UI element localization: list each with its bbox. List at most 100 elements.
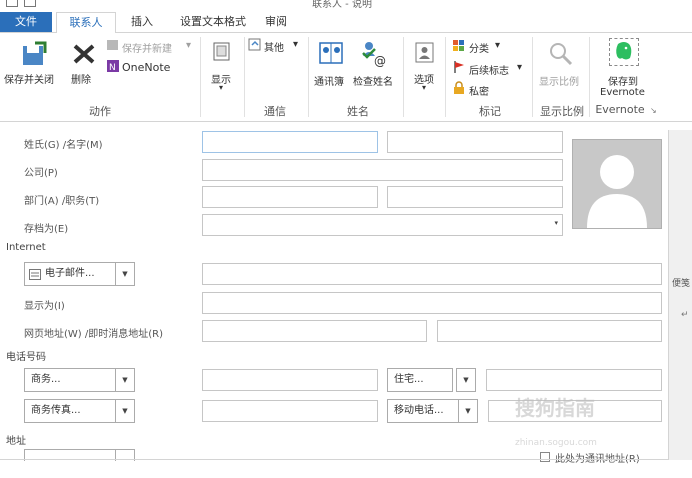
mailing-address-checkbox[interactable] — [540, 452, 550, 462]
divider — [589, 37, 590, 117]
person-silhouette-icon — [587, 155, 647, 228]
svg-text:@: @ — [374, 54, 386, 67]
divider — [244, 37, 245, 117]
check-names-icon: @ — [362, 42, 386, 67]
company-label: 公司(P) — [24, 168, 58, 179]
tab-insert[interactable]: 插入 — [122, 12, 162, 32]
other-icon — [248, 38, 261, 51]
home-phone-button[interactable]: 住宅... — [387, 368, 453, 392]
zoom-button[interactable]: 显示比例 — [539, 73, 579, 88]
communicate-group-label: 通信 — [264, 105, 286, 118]
business-phone-input[interactable] — [202, 369, 378, 391]
tab-contact[interactable]: 联系人 — [56, 12, 116, 34]
tab-file[interactable]: 文件 — [0, 12, 52, 32]
tab-format-text[interactable]: 设置文本格式 — [172, 12, 254, 32]
mobile-phone-dropdown[interactable]: ▼ — [458, 399, 478, 423]
business-fax-dropdown[interactable]: ▼ — [115, 399, 135, 423]
business-phone-dropdown[interactable]: ▼ — [115, 368, 135, 392]
tab-review[interactable]: 审阅 — [256, 12, 296, 32]
divider — [308, 37, 309, 117]
watermark-logo: 搜狗指南 — [515, 396, 595, 420]
divider — [445, 37, 446, 117]
bottom-divider — [0, 459, 692, 460]
undo-icon[interactable] — [24, 0, 36, 7]
first-name-input[interactable] — [387, 131, 563, 153]
notes-pane[interactable]: 便笺 ↵ — [668, 130, 692, 460]
show-icon — [213, 42, 230, 61]
contact-photo[interactable] — [572, 139, 662, 229]
business-fax-input[interactable] — [202, 400, 378, 422]
department-label: 部门(A) /职务(T) — [24, 196, 100, 207]
evernote-group-label: Evernote — [595, 103, 645, 116]
save-new-icon — [107, 40, 118, 50]
save-close-button[interactable]: 保存并关闭 — [4, 71, 54, 86]
mailing-address-label: 此处为通讯地址(R) — [555, 450, 640, 465]
window-title: 联系人 - 说明 — [312, 0, 372, 10]
internet-section-label: Internet — [6, 242, 46, 253]
names-group-label: 姓名 — [347, 105, 369, 118]
svg-text:N: N — [109, 63, 116, 73]
phone-section-label: 电话号码 — [6, 352, 46, 363]
home-phone-dropdown[interactable]: ▼ — [456, 368, 476, 392]
dialog-launcher-icon[interactable]: ↘ — [650, 106, 657, 115]
job-title-input[interactable] — [387, 186, 563, 208]
check-names-button[interactable]: 检查姓名 — [353, 73, 393, 88]
address-section-label: 地址 — [6, 436, 26, 447]
file-as-dropdown-icon[interactable]: ▾ — [554, 219, 558, 227]
display-as-input[interactable] — [202, 292, 662, 314]
address-book-button[interactable]: 通讯簿 — [314, 73, 344, 88]
notes-pane-label: 便笺 — [672, 279, 691, 289]
title-bar: 联系人 - 说明 — [0, 0, 692, 12]
business-phone-button[interactable]: 商务... — [24, 368, 116, 392]
divider — [532, 37, 533, 117]
onenote-icon: N — [107, 60, 119, 73]
categorize-icon — [453, 40, 464, 51]
options-dropdown-icon[interactable]: ▾ — [422, 83, 426, 92]
web-im-label: 网页地址(W) /即时消息地址(R) — [24, 329, 163, 340]
mobile-phone-button[interactable]: 移动电话... — [387, 399, 459, 423]
tags-group-label: 标记 — [479, 105, 501, 118]
web-page-input[interactable] — [202, 320, 427, 342]
paragraph-mark-icon: ↵ — [681, 310, 689, 320]
email-input[interactable] — [202, 263, 662, 285]
follow-up-dropdown-icon[interactable]: ▾ — [517, 62, 522, 73]
follow-up-button[interactable]: 后续标志 — [469, 62, 509, 77]
options-icon — [415, 42, 434, 63]
home-phone-input[interactable] — [486, 369, 662, 391]
private-lock-icon — [454, 81, 464, 94]
categorize-button[interactable]: 分类 — [469, 40, 489, 55]
company-input[interactable] — [202, 159, 563, 181]
evernote-frame — [609, 38, 639, 66]
evernote-elephant-icon — [616, 42, 632, 60]
ribbon: 保存并关闭 删除 保存并新建 ▾ N OneNote 动作 显示 ▾ 其他 ▾ … — [0, 33, 692, 122]
actions-group-label: 动作 — [89, 105, 111, 118]
save-to-evernote-button[interactable]: Evernote — [600, 87, 645, 98]
save-icon[interactable] — [6, 0, 18, 7]
other-button[interactable]: 其他 — [264, 39, 284, 54]
full-name-label: 姓氏(G) /名字(M) — [24, 140, 103, 151]
save-new-button[interactable]: 保存并新建 — [122, 40, 172, 55]
divider — [403, 37, 404, 117]
categorize-dropdown-icon[interactable]: ▾ — [495, 40, 500, 51]
file-as-label: 存档为(E) — [24, 224, 69, 235]
business-fax-button[interactable]: 商务传真... — [24, 399, 116, 423]
divider — [200, 37, 201, 117]
im-address-input[interactable] — [437, 320, 662, 342]
last-name-input[interactable] — [202, 131, 378, 153]
zoom-magnifier-icon — [550, 43, 573, 66]
file-as-select[interactable]: ▾ — [202, 214, 563, 236]
display-as-label: 显示为(I) — [24, 301, 65, 312]
watermark-url: zhinan.sogou.com — [515, 438, 597, 448]
email-button[interactable]: 电子邮件... — [24, 262, 116, 286]
email-type-dropdown[interactable]: ▼ — [115, 262, 135, 286]
department-input[interactable] — [202, 186, 378, 208]
onenote-button[interactable]: OneNote — [122, 61, 170, 74]
email-button-label: 电子邮件... — [45, 268, 95, 279]
private-button[interactable]: 私密 — [469, 83, 489, 98]
show-dropdown-icon[interactable]: ▾ — [219, 83, 223, 92]
delete-button[interactable]: 删除 — [71, 71, 91, 86]
save-close-icon — [23, 41, 47, 65]
save-new-dropdown-icon[interactable]: ▾ — [186, 40, 191, 51]
address-book-icon — [319, 42, 343, 64]
other-dropdown-icon[interactable]: ▾ — [293, 39, 298, 50]
